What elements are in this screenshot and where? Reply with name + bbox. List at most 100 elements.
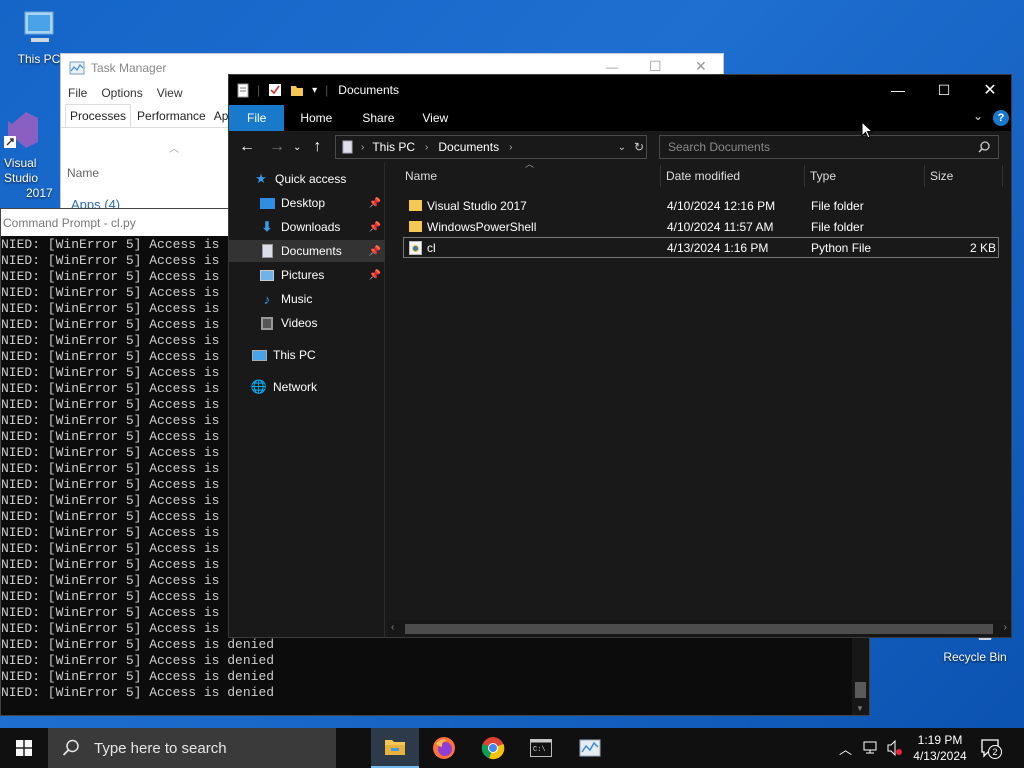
start-button[interactable] [0, 728, 48, 768]
file-row[interactable]: Visual Studio 2017 4/10/2024 12:16 PM Fi… [403, 195, 999, 216]
command-prompt-icon: C:\ [530, 739, 552, 757]
file-name: Visual Studio 2017 [427, 198, 527, 213]
sort-indicator-icon: ︿ [525, 159, 535, 169]
column-header-type[interactable]: Type [810, 163, 836, 189]
file-type: File folder [811, 219, 864, 234]
close-button[interactable]: ✕ [967, 75, 1013, 105]
clock-time: 1:19 PM [917, 733, 963, 747]
taskbar-task-manager[interactable] [566, 728, 614, 768]
customize-quick-access-icon[interactable]: ▾ [312, 85, 317, 96]
nav-videos[interactable]: Videos [259, 312, 317, 334]
task-manager-icon [579, 739, 601, 757]
address-bar[interactable]: › This PC › Documents › ⌄ ↻ [335, 135, 647, 159]
tab-file[interactable]: File [229, 105, 285, 131]
file-name: cl [427, 240, 436, 255]
refresh-icon[interactable]: ↻ [634, 140, 644, 154]
scroll-thumb[interactable] [855, 682, 866, 698]
scroll-right-icon[interactable]: › [1004, 622, 1007, 633]
film-icon [259, 315, 275, 331]
breadcrumb-this-pc[interactable]: This PC [372, 140, 415, 154]
nav-documents[interactable]: Documents 📌 [229, 240, 385, 262]
nav-desktop[interactable]: Desktop 📌 [259, 192, 385, 214]
pin-icon[interactable]: 📌 [369, 246, 381, 257]
documents-icon [259, 243, 275, 259]
nav-music[interactable]: ♪ Music [259, 288, 313, 310]
clock[interactable]: 1:19 PM 4/13/2024 [908, 732, 972, 764]
desktop-icon-visual-studio[interactable]: Visual Studio 2017 [0, 108, 62, 201]
scroll-down-icon[interactable]: ▼ [856, 704, 864, 713]
help-icon[interactable]: ? [993, 110, 1009, 126]
action-center-button[interactable]: 2 [980, 738, 1002, 761]
console-line: NIED: [WinError 5] Access is denied [1, 653, 275, 668]
file-date: 4/10/2024 11:57 AM [667, 219, 774, 234]
file-row-selected[interactable]: cl 4/13/2024 1:16 PM Python File 2 KB [403, 237, 999, 258]
tab-home[interactable]: Home [284, 105, 348, 131]
horizontal-scrollbar[interactable]: ‹ › [387, 620, 1011, 637]
show-hidden-icons-icon[interactable]: ︿ [839, 739, 852, 758]
minimize-button[interactable]: — [875, 75, 921, 105]
console-line: NIED: [WinError 5] Access is denied [1, 637, 275, 652]
folder-icon [409, 200, 422, 211]
expand-ribbon-icon[interactable]: ⌄ [973, 109, 983, 123]
menu-view[interactable]: View [157, 86, 183, 100]
file-explorer-window[interactable]: | ▾ | Documents — ☐ ✕ File Home Share Vi… [228, 74, 1012, 638]
pin-icon[interactable]: 📌 [369, 198, 381, 209]
nav-network[interactable]: 🌐 Network [251, 376, 317, 398]
search-input[interactable]: Search Documents [659, 135, 999, 159]
pin-icon[interactable]: 📌 [369, 270, 381, 281]
tab-performance[interactable]: Performance [131, 105, 210, 127]
window-title: Task Manager [91, 61, 167, 75]
download-arrow-icon: ⬇ [261, 219, 273, 234]
navigation-pane: ★ Quick access Desktop 📌 ⬇ Downloads 📌 D… [229, 163, 385, 637]
maximize-button[interactable]: ☐ [921, 75, 967, 105]
forward-arrow-icon[interactable]: → [265, 138, 289, 156]
search-placeholder: Type here to search [94, 739, 227, 757]
pin-icon[interactable]: 📌 [369, 222, 381, 233]
tab-share[interactable]: Share [348, 105, 408, 131]
file-row[interactable]: WindowsPowerShell 4/10/2024 11:57 AM Fil… [403, 216, 999, 237]
properties-checkbox-icon[interactable] [268, 83, 282, 97]
windows-logo-icon [16, 740, 32, 756]
ribbon-tabs: File Home Share View ⌄ ? [229, 105, 1011, 131]
taskbar-command-prompt[interactable]: C:\ [517, 728, 565, 768]
minimize-icon[interactable]: — [606, 60, 618, 74]
explorer-titlebar[interactable]: | ▾ | Documents — ☐ ✕ [229, 75, 1011, 105]
tab-view[interactable]: View [408, 105, 462, 131]
menu-options[interactable]: Options [101, 86, 142, 100]
column-header-size[interactable]: Size [930, 163, 953, 189]
up-arrow-icon[interactable]: ↑ [305, 138, 329, 156]
clock-date: 4/13/2024 [913, 749, 967, 763]
scroll-left-icon[interactable]: ‹ [391, 622, 394, 633]
close-icon[interactable]: ✕ [695, 58, 707, 75]
svg-text:C:\: C:\ [533, 746, 546, 754]
firefox-icon [433, 737, 455, 759]
document-icon[interactable] [237, 83, 249, 98]
network-status-icon[interactable] [863, 740, 881, 756]
tab-processes[interactable]: Processes [65, 104, 132, 127]
desktop-folder-icon [259, 195, 275, 211]
volume-muted-icon[interactable] [886, 740, 904, 756]
search-icon [62, 739, 79, 756]
taskbar-firefox[interactable] [420, 728, 468, 768]
taskbar-file-explorer[interactable] [371, 728, 419, 768]
nav-this-pc[interactable]: This PC [251, 344, 316, 366]
column-header-date[interactable]: Date modified [666, 163, 740, 189]
recent-locations-icon[interactable]: ⌄ [293, 142, 301, 153]
column-header-name[interactable]: Name [67, 166, 99, 180]
breadcrumb-documents[interactable]: Documents [438, 140, 499, 154]
scroll-thumb[interactable] [405, 624, 993, 634]
nav-downloads[interactable]: ⬇ Downloads 📌 [259, 216, 385, 238]
back-arrow-icon[interactable]: ← [235, 138, 259, 156]
nav-quick-access[interactable]: ★ Quick access [253, 168, 346, 190]
taskbar-chrome[interactable] [469, 728, 517, 768]
nav-pictures[interactable]: Pictures 📌 [259, 264, 385, 286]
column-header-name[interactable]: Name [405, 163, 437, 189]
new-folder-icon[interactable] [290, 83, 304, 97]
console-line: NIED: [WinError 5] Access is denied [1, 669, 275, 684]
task-manager-icon [69, 61, 85, 75]
address-dropdown-icon[interactable]: ⌄ [618, 142, 626, 153]
file-date: 4/13/2024 1:16 PM [667, 240, 769, 255]
maximize-icon[interactable]: ☐ [649, 58, 662, 75]
taskbar-search-box[interactable]: Type here to search [48, 728, 336, 768]
menu-file[interactable]: File [68, 86, 87, 100]
